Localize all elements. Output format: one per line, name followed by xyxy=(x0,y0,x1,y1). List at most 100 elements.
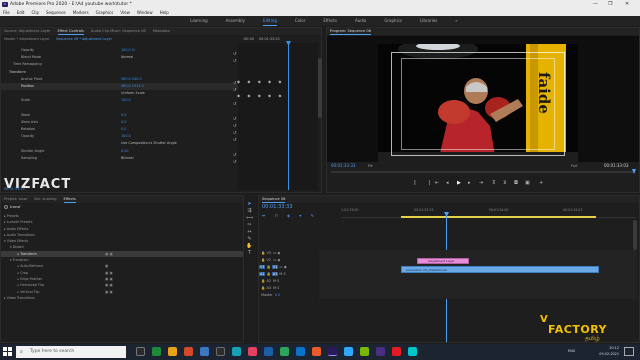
taskbar-app-16-icon[interactable] xyxy=(392,347,401,356)
tab-effect-controls[interactable]: Effect Controls xyxy=(57,28,84,35)
menu-edit[interactable]: Edit xyxy=(17,9,25,16)
workspace-assembly[interactable]: Assembly xyxy=(226,16,245,26)
taskbar-app-3-icon[interactable] xyxy=(184,347,193,356)
master-clip-label[interactable]: Master * Adjustment Layer xyxy=(4,37,49,41)
lift-icon[interactable]: ⊼ xyxy=(492,180,496,186)
workspace-learning[interactable]: Learning xyxy=(190,16,207,26)
scale-keyframes-icon[interactable]: ◆ ◆ ◆ ◆ ◆ xyxy=(237,93,284,98)
work-area-bar[interactable] xyxy=(401,216,596,218)
tab-metadata[interactable]: Metadata xyxy=(153,28,170,35)
ec-keyframe-area[interactable] xyxy=(238,43,318,190)
tab-sequence[interactable]: Sequence 06 xyxy=(262,196,286,203)
sequence-clip-label[interactable]: Sequence 06 * Adjustment Layer xyxy=(56,37,112,41)
maximize-button[interactable]: ❐ xyxy=(608,0,612,9)
taskbar-app-5-icon[interactable] xyxy=(216,347,225,356)
menu-file[interactable]: File xyxy=(3,9,10,16)
export-frame-icon[interactable]: ◘ xyxy=(514,180,518,186)
workspaces-more-button[interactable]: » xyxy=(455,16,457,26)
pen-tool-icon[interactable]: ✎ xyxy=(246,236,253,243)
notification-center-icon[interactable] xyxy=(624,347,634,356)
effects-search-input[interactable] xyxy=(10,204,70,210)
track-master[interactable]: Master 0.0 xyxy=(259,292,319,299)
tab-effects[interactable]: Effects xyxy=(63,196,76,203)
reset-icons-column[interactable]: ↺ ↺ ↺ ↺ ↺ ↺ ↺ ↺ ↺ ↺ ↺ xyxy=(233,50,236,165)
timeline-scrollbar[interactable] xyxy=(633,220,637,250)
ec-scrollbar[interactable] xyxy=(318,58,322,118)
step-back-icon[interactable]: ◂ xyxy=(446,180,449,186)
mark-out-icon[interactable]: ⎹ xyxy=(425,180,430,186)
taskbar-app-14-icon[interactable] xyxy=(360,347,369,356)
close-button[interactable]: ✕ xyxy=(625,0,629,9)
taskbar-app-6-icon[interactable] xyxy=(232,347,241,356)
mark-in-icon[interactable]: ⎸ xyxy=(415,180,420,186)
minimize-button[interactable]: — xyxy=(593,0,598,9)
menu-sequence[interactable]: Sequence xyxy=(46,9,66,16)
windows-start-icon[interactable] xyxy=(3,347,12,356)
play-icon[interactable]: ▶ xyxy=(457,180,461,186)
workspace-editing[interactable]: Editing xyxy=(262,16,277,26)
taskbar-app-13-icon[interactable] xyxy=(344,347,353,356)
menu-help[interactable]: Help xyxy=(160,9,169,16)
track-area[interactable] xyxy=(319,250,637,299)
tree-item-video-transitions[interactable]: ▸ Video Transitions xyxy=(1,295,243,301)
position-keyframes-icon[interactable]: ◆ ◆ ◆ ◆ ◆ xyxy=(237,79,284,84)
taskbar-app-1-icon[interactable] xyxy=(152,347,161,356)
tab-audio-clip-mixer[interactable]: Audio Clip Mixer: Sequence 06 xyxy=(91,28,146,35)
program-scrub-bar[interactable] xyxy=(331,171,635,173)
menu-clip[interactable]: Clip xyxy=(31,9,39,16)
workspace-audio[interactable]: Audio xyxy=(355,16,366,26)
go-to-in-icon[interactable]: ⇤ xyxy=(435,180,439,186)
workspace-libraries[interactable]: Libraries xyxy=(420,16,437,26)
track-select-tool-icon[interactable]: ⇶ xyxy=(246,208,253,215)
selection-tool-icon[interactable]: ➤ xyxy=(246,201,253,208)
taskbar-search-box[interactable]: ⌕ Type here to search xyxy=(16,346,126,358)
file-explorer-icon[interactable] xyxy=(168,347,177,356)
step-forward-icon[interactable]: ▸ xyxy=(468,180,471,186)
video-clip[interactable]: production 03_shilpibhnvat xyxy=(401,266,599,273)
type-tool-icon[interactable]: T xyxy=(246,250,253,257)
adjustment-layer-clip[interactable]: Adjustment Layer xyxy=(417,258,469,264)
comparison-view-icon[interactable]: ▣ xyxy=(525,180,530,186)
track-a3[interactable]: 🔒 A3 M S xyxy=(259,285,319,292)
workspace-graphics[interactable]: Graphics xyxy=(384,16,402,26)
taskbar-app-9-icon[interactable] xyxy=(280,347,289,356)
track-a1[interactable]: A1 🔒 A1 M S xyxy=(259,271,319,278)
program-fit-dropdown[interactable]: Fit xyxy=(368,163,372,168)
program-viewer[interactable]: faide xyxy=(327,36,639,162)
menu-graphics[interactable]: Graphics xyxy=(96,9,114,16)
track-v3[interactable]: 🔒 V3 ▭ ◉ xyxy=(259,250,319,257)
add-button-icon[interactable]: + xyxy=(539,180,543,186)
workspace-color[interactable]: Color xyxy=(295,16,305,26)
track-v1[interactable]: V1 🔒 V1 ▭ ◉ xyxy=(259,264,319,271)
taskbar-clock[interactable]: 20:12 09-02-2021 xyxy=(585,345,619,357)
taskbar-app-8-icon[interactable] xyxy=(264,347,273,356)
tab-bin-shaking[interactable]: Bin: shaking xyxy=(34,196,56,203)
ripple-edit-tool-icon[interactable]: ⟺ xyxy=(246,215,253,222)
menu-window[interactable]: Window xyxy=(137,9,153,16)
premiere-taskbar-icon[interactable] xyxy=(328,347,337,356)
workspace-effects[interactable]: Effects xyxy=(323,16,337,26)
menu-view[interactable]: View xyxy=(120,9,130,16)
taskbar-app-10-icon[interactable] xyxy=(296,347,305,356)
razor-tool-icon[interactable]: ✂ xyxy=(246,222,253,229)
taskbar-app-11-icon[interactable] xyxy=(312,347,321,356)
tab-project[interactable]: Project: tutor xyxy=(4,196,27,203)
slip-tool-icon[interactable]: ↔ xyxy=(246,229,253,236)
taskbar-app-17-icon[interactable] xyxy=(408,347,417,356)
taskbar-app-7-icon[interactable] xyxy=(248,347,257,356)
taskbar-language[interactable]: ENG xyxy=(568,349,575,353)
timeline-timecode[interactable]: 00:01:33:33 xyxy=(262,204,293,210)
taskbar-app-15-icon[interactable] xyxy=(376,347,385,356)
menu-markers[interactable]: Markers xyxy=(73,9,89,16)
track-v2[interactable]: 🔒 V2 ▭ ◉ xyxy=(259,257,319,264)
program-quality-dropdown[interactable]: Full xyxy=(571,163,578,168)
program-timecode-left[interactable]: 00:01:33:33 xyxy=(331,163,355,168)
task-view-icon[interactable] xyxy=(136,347,145,356)
tab-source[interactable]: Source: Adjustment Layer xyxy=(4,28,51,35)
tab-program[interactable]: Program: Sequence 06 xyxy=(330,28,371,35)
go-to-out-icon[interactable]: ⇥ xyxy=(479,180,483,186)
extract-icon[interactable]: ⊻ xyxy=(503,180,507,186)
hand-tool-icon[interactable]: ✋ xyxy=(246,243,253,250)
track-a2[interactable]: 🔒 A2 M S xyxy=(259,278,319,285)
timeline-toolbar-icons[interactable]: ⇹ ⊓ ◈ ▾ ✎ xyxy=(262,213,318,218)
